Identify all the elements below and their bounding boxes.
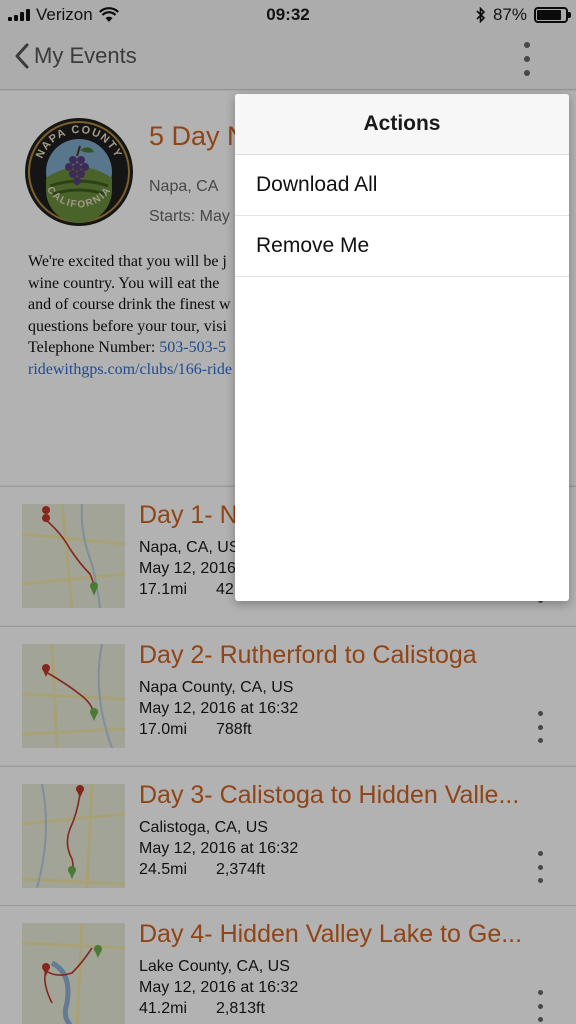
remove-me-action[interactable]: Remove Me: [235, 216, 569, 277]
actions-title: Actions: [235, 94, 569, 155]
download-all-action[interactable]: Download All: [235, 155, 569, 216]
actions-popover: Actions Download All Remove Me: [235, 94, 569, 601]
